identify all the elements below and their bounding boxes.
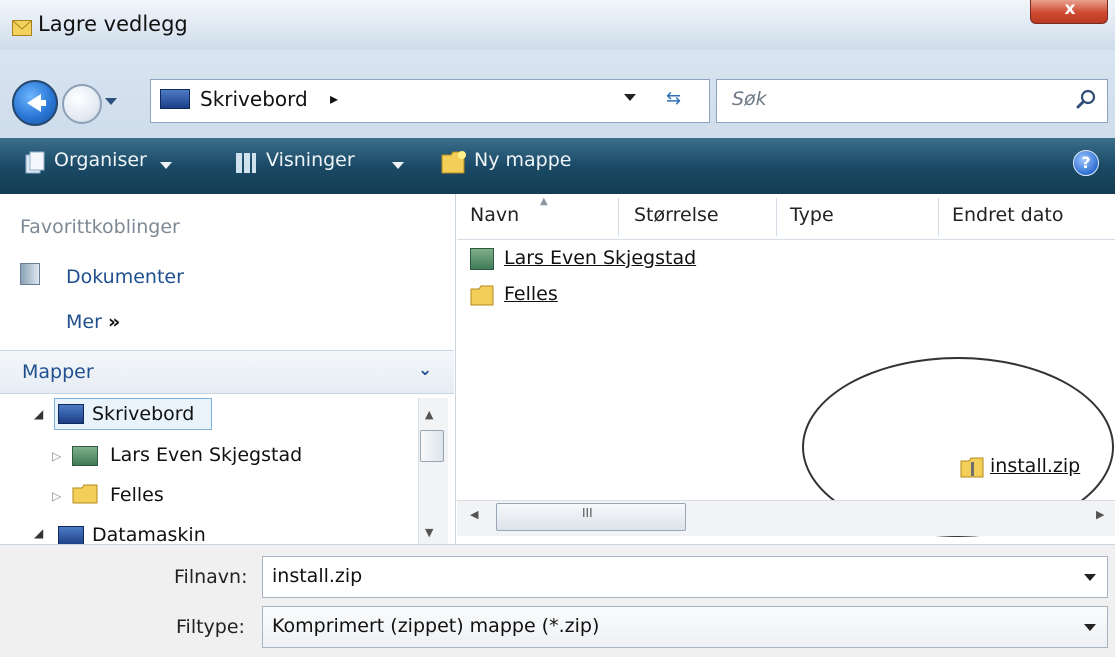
expanded-triangle-icon[interactable]: ◢ bbox=[34, 526, 43, 540]
help-icon[interactable]: ? bbox=[1073, 150, 1099, 176]
sort-ascending-icon: ▲ bbox=[540, 196, 548, 207]
address-chevron-icon[interactable]: ▸ bbox=[330, 89, 338, 108]
tree-item-computer[interactable]: Datamaskin bbox=[92, 524, 206, 544]
refresh-icon[interactable]: ⇆ bbox=[666, 88, 681, 109]
expanded-triangle-icon[interactable]: ◢ bbox=[34, 407, 43, 421]
scroll-down-icon[interactable]: ▼ bbox=[425, 526, 433, 539]
filename-field[interactable] bbox=[262, 556, 1108, 598]
search-placeholder: Søk bbox=[732, 88, 767, 110]
search-icon[interactable] bbox=[1075, 88, 1099, 112]
folders-heading: Mapper bbox=[22, 361, 94, 383]
search-input[interactable] bbox=[716, 79, 1108, 123]
column-divider[interactable] bbox=[938, 198, 939, 236]
user-icon bbox=[72, 446, 98, 466]
folder-icon bbox=[72, 484, 98, 504]
envelope-icon bbox=[12, 20, 32, 36]
window-title: Lagre vedlegg bbox=[38, 12, 188, 36]
documents-icon bbox=[20, 263, 40, 285]
address-location[interactable]: Skrivebord bbox=[200, 87, 308, 111]
column-divider[interactable] bbox=[618, 198, 619, 236]
more-label: Mer bbox=[66, 311, 102, 333]
list-item[interactable]: install.zip bbox=[990, 455, 1080, 477]
tree-scroll-thumb[interactable] bbox=[420, 430, 444, 462]
scroll-right-icon[interactable]: ▶ bbox=[1096, 508, 1104, 521]
collapse-chevron-icon[interactable]: ⌄ bbox=[418, 360, 432, 380]
user-icon bbox=[470, 248, 494, 270]
new-folder-button[interactable]: Ny mappe bbox=[474, 149, 571, 171]
recent-pages-dropdown[interactable] bbox=[105, 98, 117, 105]
column-size[interactable]: Størrelse bbox=[634, 204, 719, 226]
column-type[interactable]: Type bbox=[790, 204, 834, 226]
filetype-label: Filtype: bbox=[176, 616, 245, 638]
filename-label: Filnavn: bbox=[174, 566, 248, 588]
tree-overflow-clip: ◢ Datamaskin bbox=[0, 520, 418, 544]
scroll-up-icon[interactable]: ▲ bbox=[425, 408, 433, 421]
views-button[interactable]: Visninger bbox=[266, 149, 355, 171]
file-list-scroll-thumb[interactable]: III bbox=[496, 503, 686, 531]
views-caret-icon[interactable] bbox=[392, 162, 404, 169]
close-button[interactable]: x bbox=[1030, 0, 1108, 24]
column-name[interactable]: Navn bbox=[470, 204, 519, 226]
filename-value[interactable]: install.zip bbox=[272, 565, 362, 587]
column-modified[interactable]: Endret dato bbox=[952, 204, 1063, 226]
back-button[interactable] bbox=[12, 80, 58, 126]
organise-button[interactable]: Organiser bbox=[54, 149, 147, 171]
organise-caret-icon[interactable] bbox=[160, 162, 172, 169]
grip-icon: III bbox=[582, 506, 593, 520]
close-icon: x bbox=[1064, 0, 1076, 19]
favorite-link-documents[interactable]: Dokumenter bbox=[66, 266, 184, 288]
collapsed-triangle-icon[interactable]: ▷ bbox=[52, 489, 61, 503]
column-divider[interactable] bbox=[776, 198, 777, 236]
filetype-value[interactable]: Komprimert (zippet) mappe (*.zip) bbox=[272, 615, 599, 637]
more-link[interactable]: Mer » bbox=[66, 311, 120, 333]
address-dropdown-icon[interactable] bbox=[624, 94, 636, 101]
organise-icon bbox=[25, 151, 45, 174]
filename-dropdown-icon[interactable] bbox=[1084, 574, 1096, 581]
collapsed-triangle-icon[interactable]: ▷ bbox=[52, 449, 61, 463]
views-icon bbox=[236, 153, 256, 173]
folder-icon bbox=[470, 285, 494, 306]
favorites-heading: Favorittkoblinger bbox=[20, 216, 180, 238]
desktop-icon bbox=[160, 89, 190, 109]
desktop-icon bbox=[58, 404, 84, 424]
arrow-left-icon bbox=[27, 94, 46, 112]
list-item[interactable]: Felles bbox=[504, 283, 558, 305]
forward-button[interactable] bbox=[62, 84, 102, 124]
tree-item-desktop[interactable]: Skrivebord bbox=[92, 403, 194, 425]
scroll-left-icon[interactable]: ◀ bbox=[470, 508, 478, 521]
zip-icon bbox=[960, 457, 984, 478]
tree-item-shared[interactable]: Felles bbox=[110, 484, 164, 506]
new-folder-icon bbox=[441, 151, 466, 174]
computer-icon bbox=[58, 526, 84, 544]
double-chevron-icon: » bbox=[107, 311, 121, 333]
filetype-dropdown-icon[interactable] bbox=[1084, 624, 1096, 631]
list-item[interactable]: Lars Even Skjegstad bbox=[504, 247, 696, 269]
tree-item-user[interactable]: Lars Even Skjegstad bbox=[110, 444, 302, 466]
